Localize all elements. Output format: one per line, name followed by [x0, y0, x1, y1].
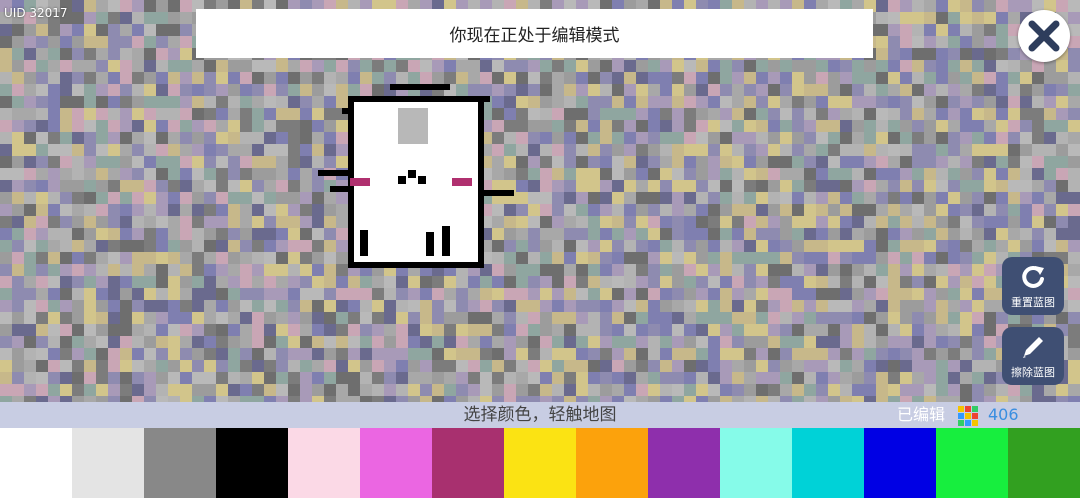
refresh-icon	[1022, 265, 1044, 288]
edit-mode-banner: 你现在正处于编辑模式	[196, 9, 873, 58]
color-swatch[interactable]	[576, 428, 648, 498]
color-swatch[interactable]	[648, 428, 720, 498]
pixel-map[interactable]	[0, 0, 1080, 402]
color-swatch[interactable]	[360, 428, 432, 498]
color-swatch[interactable]	[1008, 428, 1080, 498]
uid-label: UID 32017	[4, 6, 68, 20]
pencil-icon	[1023, 337, 1043, 358]
pixels-icon	[958, 406, 978, 426]
close-x-icon	[1028, 20, 1060, 52]
edited-count: 406	[988, 405, 1019, 424]
erase-blueprint-button[interactable]: 擦除蓝图	[1002, 327, 1064, 385]
color-swatch[interactable]	[144, 428, 216, 498]
color-swatch[interactable]	[216, 428, 288, 498]
color-swatch[interactable]	[432, 428, 504, 498]
color-swatch[interactable]	[864, 428, 936, 498]
reset-blueprint-button[interactable]: 重置蓝图	[1002, 257, 1064, 315]
color-swatch[interactable]	[288, 428, 360, 498]
pixel-canvas[interactable]: UID 32017	[0, 0, 1080, 402]
reset-blueprint-label: 重置蓝图	[1011, 296, 1055, 309]
edit-mode-text: 你现在正处于编辑模式	[449, 26, 620, 46]
edited-label: 已编辑	[897, 405, 946, 424]
close-button[interactable]	[1018, 10, 1070, 62]
color-palette	[0, 428, 1080, 498]
color-swatch[interactable]	[936, 428, 1008, 498]
color-swatch[interactable]	[792, 428, 864, 498]
color-swatch[interactable]	[0, 428, 72, 498]
mosaic-background	[0, 0, 1080, 402]
status-bar: 选择颜色，轻触地图 已编辑 406	[0, 402, 1080, 428]
erase-blueprint-label: 擦除蓝图	[1011, 366, 1055, 379]
color-swatch[interactable]	[720, 428, 792, 498]
color-swatch[interactable]	[72, 428, 144, 498]
color-swatch[interactable]	[504, 428, 576, 498]
